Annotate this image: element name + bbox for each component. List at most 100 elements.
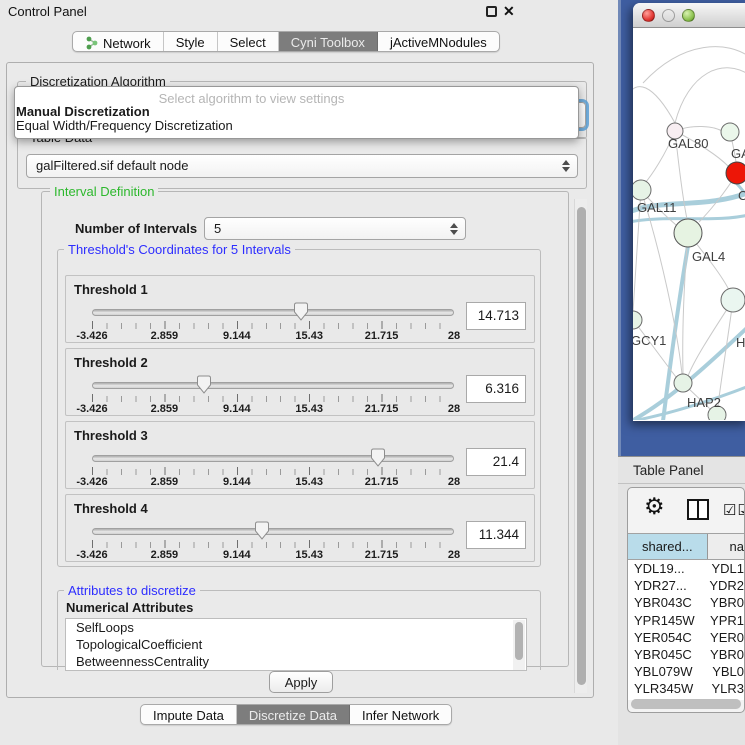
table-horizontal-scrollbar[interactable] [631, 699, 741, 709]
network-nodes[interactable] [633, 123, 745, 420]
minimize-traffic-light[interactable] [662, 9, 675, 22]
label-gal4: GAL4 [692, 249, 725, 264]
close-traffic-light[interactable] [642, 9, 655, 22]
label-hap2: HAP2 [687, 395, 721, 410]
threshold-3-value-field[interactable]: 21.4 [466, 448, 526, 476]
node-h[interactable] [721, 288, 745, 312]
algorithm-dropdown-popup: Select algorithm to view settings Manual… [14, 86, 579, 139]
cell: YPR1 [701, 612, 744, 629]
table-panel-title: Table Panel [633, 463, 704, 478]
checkbox-icons[interactable]: ☑☑ [723, 501, 745, 519]
label-gal11: GAL11 [637, 200, 677, 215]
table-row[interactable]: YPR145W YPR1 [628, 612, 744, 629]
tab-discretize-data[interactable]: Discretize Data [237, 705, 350, 724]
node-red-selected[interactable] [726, 162, 745, 184]
table-panel-titlebar: Table Panel [618, 456, 745, 484]
threshold-label: Threshold 2 [74, 355, 148, 370]
node-top-right[interactable] [721, 123, 739, 141]
num-intervals-label: Number of Intervals [75, 221, 197, 236]
scrollbar-thumb[interactable] [515, 622, 523, 660]
table-row[interactable]: YER054C YER0 [628, 629, 744, 646]
table-data-value: galFiltered.sif default node [36, 158, 188, 173]
cell: YBR0 [701, 646, 744, 663]
combo-arrows-icon [450, 223, 458, 235]
table-row[interactable]: YDL19... YDL1 [628, 560, 744, 577]
threshold-1-value-field[interactable]: 14.713 [466, 302, 526, 330]
table-header-row: shared... na [628, 533, 744, 560]
cell: YBR045C [628, 646, 701, 663]
tab-cyni-toolbox[interactable]: Cyni Toolbox [279, 32, 378, 51]
threshold-1-slider-track[interactable] [92, 309, 454, 316]
column-header-name[interactable]: na [708, 534, 744, 559]
table-rows: YDL19... YDL1 YDR27... YDR2 YBR043C YBR0… [628, 560, 744, 700]
apply-button[interactable]: Apply [269, 671, 333, 693]
table-row[interactable]: YLR345W YLR3 [628, 680, 744, 697]
table-panel-widget: ⚙ ☑☑ shared... na YDL19... YDL1 YDR27...… [627, 487, 745, 713]
threshold-4-slider-track[interactable] [92, 528, 454, 535]
tab-infer-network[interactable]: Infer Network [350, 705, 451, 724]
tab-network[interactable]: Network [73, 32, 164, 51]
node-gal11[interactable] [633, 180, 651, 200]
table-data-group: Table Data galFiltered.sif default node [17, 137, 587, 189]
split-columns-icon[interactable] [687, 499, 709, 520]
tab-impute-data[interactable]: Impute Data [141, 705, 237, 724]
threshold-4-value-field[interactable]: 11.344 [466, 521, 526, 549]
attributes-list-scrollbar[interactable] [513, 620, 525, 671]
dropdown-option-manual[interactable]: Manual Discretization [16, 104, 150, 119]
float-window-icon[interactable] [486, 6, 497, 17]
threshold-3-slider-track[interactable] [92, 455, 454, 462]
zoom-traffic-light[interactable] [682, 9, 695, 22]
table-row[interactable]: YBL079W YBL0 [628, 663, 744, 680]
num-intervals-select[interactable]: 5 [204, 217, 466, 240]
panel-scrollbar[interactable] [574, 199, 587, 693]
threshold-1-slider-handle[interactable] [293, 302, 309, 321]
slider-scale: -3.426 2.859 9.144 15.43 21.715 28 [92, 330, 454, 342]
scrollbar-thumb[interactable] [577, 207, 586, 685]
cell: YDL19... [628, 560, 702, 577]
tab-style[interactable]: Style [164, 32, 218, 51]
list-item[interactable]: SelfLoops [66, 619, 526, 636]
network-view-window: GAL80 GA C GAL11 GAL4 GCY1 H HAP2 [633, 3, 745, 421]
combo-arrows-icon [562, 160, 570, 172]
column-header-shared-name[interactable]: shared... [628, 534, 708, 559]
table-row[interactable]: YDR27... YDR2 [628, 577, 744, 594]
network-canvas[interactable]: GAL80 GA C GAL11 GAL4 GCY1 H HAP2 [633, 28, 745, 420]
node-gcy1[interactable] [633, 311, 642, 329]
table-row[interactable]: YBR043C YBR0 [628, 594, 744, 611]
threshold-2-slider-track[interactable] [92, 382, 454, 389]
list-item[interactable]: BetweennessCentrality [66, 653, 526, 670]
threshold-4-slider-handle[interactable] [254, 521, 270, 540]
tab-select[interactable]: Select [218, 32, 279, 51]
scrollbar-thumb[interactable] [631, 699, 741, 709]
table-row[interactable]: YBR045C YBR0 [628, 646, 744, 663]
node-hap2[interactable] [674, 374, 692, 392]
threshold-label: Threshold 4 [74, 501, 148, 516]
tab-jactivemnodules[interactable]: jActiveMNodules [378, 32, 499, 51]
threshold-label: Threshold 3 [74, 428, 148, 443]
threshold-2-slider-handle[interactable] [196, 375, 212, 394]
threshold-2-panel: Threshold 2 -3.426 2.859 9.144 15.43 21.… [65, 348, 535, 416]
cell: YBR043C [628, 594, 701, 611]
screen: { "control_panel": { "title": "Control P… [0, 0, 745, 745]
group-title: Attributes to discretize [64, 583, 200, 598]
close-icon[interactable]: ✕ [503, 3, 515, 20]
network-icon [85, 36, 98, 50]
cell: YER0 [701, 629, 744, 646]
node-gal4[interactable] [674, 219, 702, 247]
gear-icon[interactable]: ⚙ [644, 495, 665, 518]
threshold-2-value-field[interactable]: 6.316 [466, 375, 526, 403]
label-partial-h: H [736, 335, 745, 350]
label-partial-c: C [738, 188, 745, 203]
slider-scale: -3.426 2.859 9.144 15.43 21.715 28 [92, 476, 454, 488]
list-item[interactable]: TopologicalCoefficient [66, 636, 526, 653]
cell: YLR345W [628, 680, 702, 697]
numerical-attributes-list: SelfLoops TopologicalCoefficient Between… [65, 618, 527, 671]
network-window-titlebar [633, 3, 745, 28]
threshold-3-slider-handle[interactable] [370, 448, 386, 467]
control-panel: Control Panel ✕ Network Style Select Cyn… [0, 0, 618, 745]
num-intervals-value: 5 [214, 221, 221, 236]
dropdown-option-equal-width[interactable]: Equal Width/Frequency Discretization [16, 118, 233, 133]
table-data-select[interactable]: galFiltered.sif default node [26, 154, 578, 178]
interval-definition-group: Interval Definition Number of Intervals … [41, 191, 569, 667]
table-toolbar: ⚙ ☑☑ [628, 488, 744, 533]
